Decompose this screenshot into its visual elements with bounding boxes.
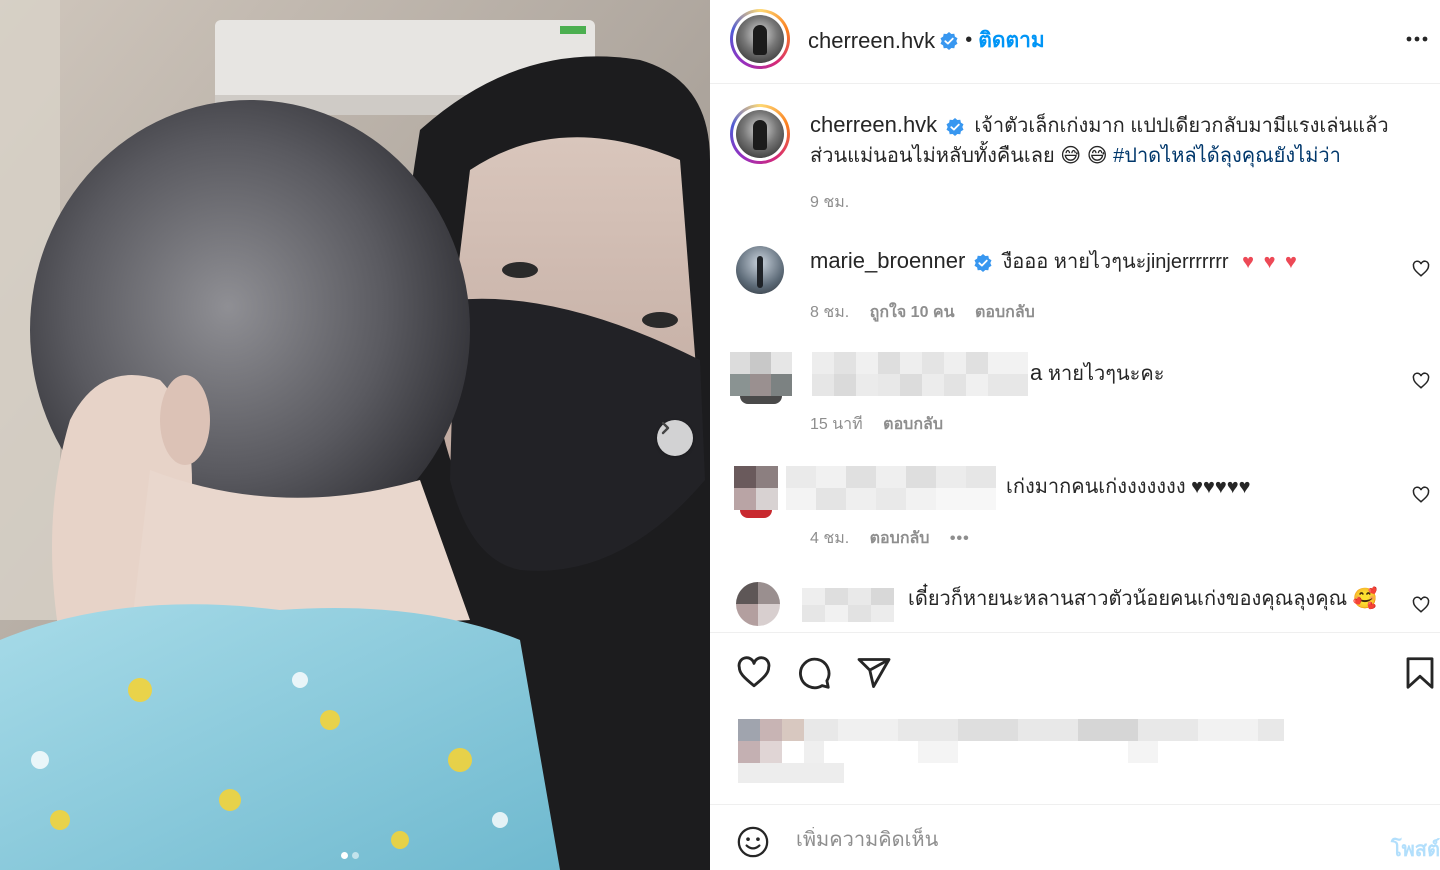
- more-options-icon[interactable]: [1404, 26, 1430, 52]
- comment-reply-button[interactable]: ตอบกลับ: [870, 530, 930, 547]
- comment-text: เก่งมากคนเก่งงงงงงง ♥♥♥♥♥: [1006, 476, 1251, 498]
- next-photo-button[interactable]: [657, 420, 693, 456]
- comment-more-options[interactable]: •••: [950, 530, 970, 547]
- commenter-username-blurred[interactable]: [812, 352, 1028, 396]
- commenter-avatar[interactable]: [736, 246, 784, 294]
- follow-button[interactable]: ติดตาม: [978, 24, 1045, 57]
- caption-line-1: เจ้าตัวเล็กเก่งมาก แปปเดียวกลับมามีแรงเล…: [974, 115, 1389, 137]
- comment-icon[interactable]: [796, 655, 832, 691]
- commenter-avatar-blurred[interactable]: [736, 582, 780, 626]
- caption-emoji: 😅 😅: [1060, 145, 1108, 167]
- verified-badge-icon: [940, 31, 958, 50]
- heart-icon[interactable]: [1412, 486, 1430, 504]
- caption-author-avatar[interactable]: [730, 104, 790, 164]
- comment-time: 8 ชม.: [810, 304, 850, 321]
- comment-item: เก่งมากคนเก่งงงงงงง ♥♥♥♥♥ 4 ชม. ตอบกลับ …: [730, 466, 1430, 556]
- heart-icon[interactable]: [1412, 260, 1430, 278]
- post-caption: cherreen.hvk เจ้าตัวเล็กเก่งมาก แปปเดียว…: [730, 102, 1430, 222]
- post-photo: [0, 0, 710, 870]
- comment-text: งือออ หายไวๆนะjinjerrrrrrr: [1002, 251, 1229, 273]
- carousel-dot: [352, 852, 359, 859]
- comment-item: เดี๋ยวก็หายนะหลานสาวตัวน้อยคนเก่งของคุณล…: [730, 578, 1430, 626]
- comment-time: 15 นาที: [810, 416, 863, 433]
- add-comment-bar: โพสต์: [710, 804, 1440, 870]
- caption-username[interactable]: cherreen.hvk: [810, 112, 937, 137]
- commenter-username[interactable]: marie_broenner: [810, 248, 965, 273]
- comment-item: a หายไวๆนะคะ 15 นาที ตอบกลับ: [730, 352, 1430, 442]
- commenter-username-tail[interactable]: a: [1030, 360, 1042, 385]
- photo-illustration: [0, 0, 710, 870]
- caption-hashtag[interactable]: #ปาดไหล่ได้ลุงคุณยังไม่ว่า: [1113, 145, 1341, 167]
- heart-icon[interactable]: [1412, 372, 1430, 390]
- author-avatar[interactable]: [730, 9, 790, 69]
- comment-text: หายไวๆนะคะ: [1047, 363, 1165, 385]
- heart-icon[interactable]: [1412, 596, 1430, 614]
- post-action-bar: [710, 632, 1440, 804]
- post-comment-button[interactable]: โพสต์: [1391, 833, 1440, 865]
- post-detail-panel: cherreen.hvk • ติดตาม cherreen.hvk เจ้าต…: [710, 0, 1440, 870]
- caption-line-2: ส่วนแม่นอนไม่หลับทั้งคืนเลย: [810, 145, 1055, 167]
- caption-time: 9 ชม.: [810, 194, 850, 211]
- comment-likes[interactable]: ถูกใจ 10 คน: [870, 304, 955, 321]
- commenter-avatar-blurred[interactable]: [730, 352, 792, 404]
- bookmark-icon[interactable]: [1402, 655, 1438, 691]
- commenter-username-blurred[interactable]: [802, 588, 894, 622]
- carousel-dots: [341, 852, 359, 859]
- author-username[interactable]: cherreen.hvk: [808, 28, 935, 54]
- comment-reply-button[interactable]: ตอบกลับ: [883, 416, 943, 433]
- verified-badge-icon: [974, 253, 992, 272]
- comment-reply-button[interactable]: ตอบกลับ: [975, 304, 1035, 321]
- comment-item: marie_broenner งือออ หายไวๆนะjinjerrrrrr…: [730, 240, 1430, 330]
- heart-icon[interactable]: [736, 655, 772, 691]
- commenter-username-blurred[interactable]: [786, 466, 996, 510]
- commenter-avatar-blurred[interactable]: [734, 466, 778, 518]
- post-header: cherreen.hvk • ติดตาม: [710, 0, 1440, 84]
- emoji-icon[interactable]: [736, 825, 770, 859]
- comment-time: 4 ชม.: [810, 530, 850, 547]
- likes-summary-blurred: [738, 719, 1284, 783]
- share-icon[interactable]: [856, 655, 892, 691]
- separator-dot: •: [965, 29, 973, 51]
- chevron-right-icon: [661, 421, 670, 435]
- comment-hearts: ♥ ♥ ♥: [1242, 251, 1299, 273]
- comment-text: เดี๋ยวก็หายนะหลานสาวตัวน้อยคนเก่งของคุณล…: [908, 588, 1378, 610]
- verified-badge-icon: [946, 117, 964, 136]
- comment-input[interactable]: [796, 827, 1356, 853]
- carousel-dot-active: [341, 852, 348, 859]
